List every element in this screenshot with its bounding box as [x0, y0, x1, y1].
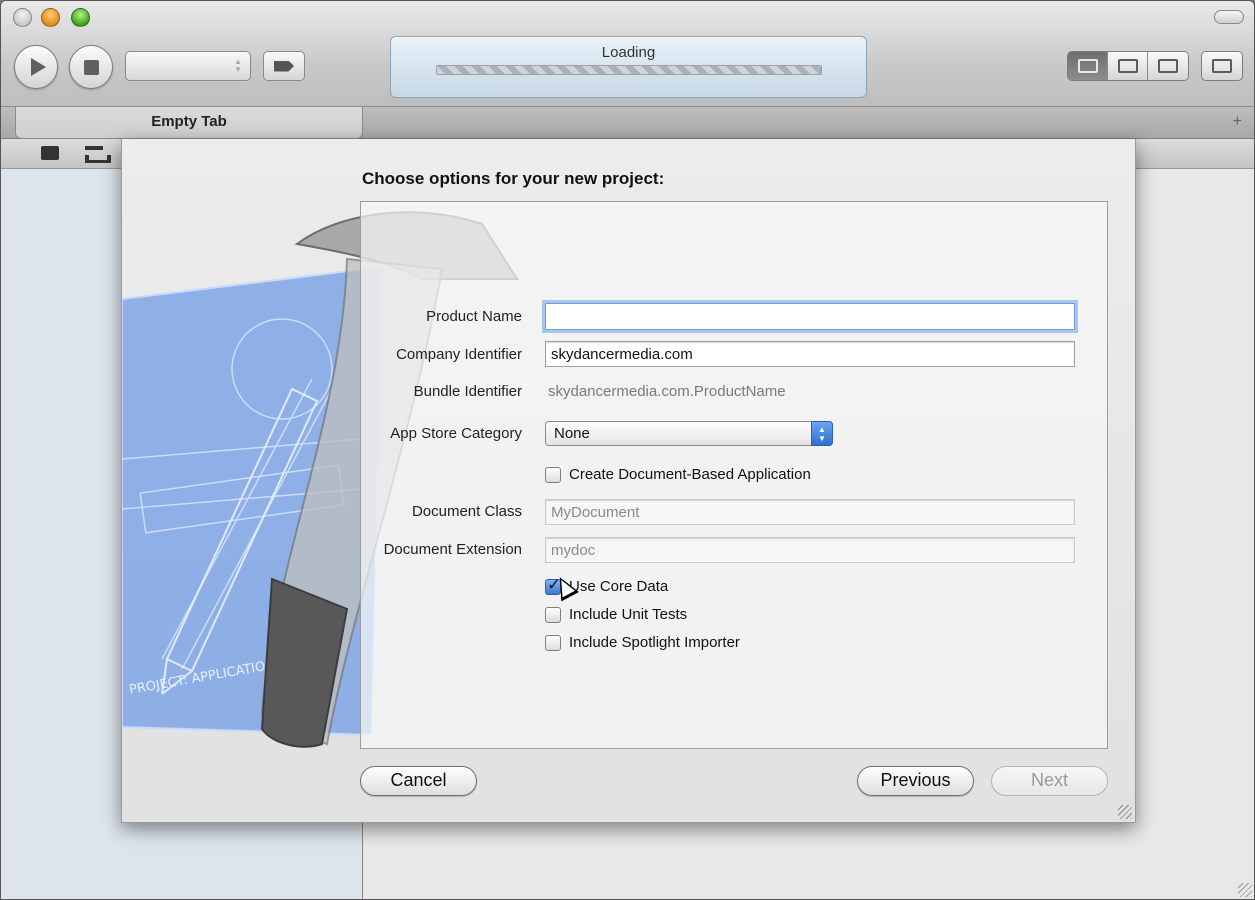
breakpoints-button[interactable] [263, 51, 305, 81]
sheet-title: Choose options for your new project: [362, 169, 665, 188]
app-store-category-select[interactable]: None ▲ ▼ [545, 421, 833, 446]
document-based-checkbox[interactable] [545, 466, 561, 483]
folder-icon[interactable] [41, 146, 59, 160]
next-button[interactable]: Next [991, 766, 1108, 796]
previous-button[interactable]: Previous [857, 766, 974, 796]
app-store-category-value: None [554, 425, 590, 442]
view-toggle-control [1067, 51, 1189, 81]
product-name-label: Product Name [426, 308, 522, 325]
document-extension-field[interactable] [545, 537, 1075, 563]
hierarchy-icon[interactable] [85, 146, 111, 163]
document-extension-label: Document Extension [383, 541, 522, 558]
activity-progress-bar [436, 65, 822, 75]
navigator-toggle-icon [1077, 59, 1098, 73]
document-class-label: Document Class [411, 503, 522, 520]
bundle-identifier-value: skydancermedia.com.ProductName [548, 383, 786, 400]
company-identifier-label: Company Identifier [396, 346, 522, 363]
blueprint-label: PROJECT: APPLICATION.APP [128, 653, 304, 698]
stop-icon [83, 59, 99, 75]
cancel-button[interactable]: Cancel [360, 766, 477, 796]
unit-tests-checkbox[interactable] [545, 606, 561, 623]
app-store-category-label: App Store Category [390, 425, 522, 442]
utilities-toggle-button[interactable] [1148, 52, 1188, 80]
debug-area-toggle-button[interactable] [1108, 52, 1148, 80]
document-based-label: Create Document-Based Application [569, 466, 811, 483]
unit-tests-option[interactable]: Include Unit Tests [545, 606, 687, 623]
new-project-sheet: PROJECT: APPLICATION.APP Choose options … [121, 139, 1136, 823]
zoom-window-button[interactable] [71, 8, 90, 27]
updown-arrows-icon: ▲ ▼ [811, 421, 833, 446]
spotlight-importer-checkbox[interactable] [545, 634, 561, 651]
spotlight-importer-option[interactable]: Include Spotlight Importer [545, 634, 740, 651]
window-toolbar: ▲ ▼ Loading [1, 1, 1254, 899]
tab-bar: Empty Tab + [1, 107, 1254, 139]
company-identifier-field[interactable] [545, 341, 1075, 367]
activity-viewer: Loading [390, 36, 867, 98]
unit-tests-label: Include Unit Tests [569, 606, 688, 623]
play-icon [30, 58, 46, 76]
utilities-toggle-icon [1158, 59, 1178, 73]
toolbar-toggle-button[interactable] [1214, 10, 1244, 24]
use-core-data-label: Use Core Data [569, 578, 669, 595]
organizer-icon [1212, 59, 1232, 73]
stop-button[interactable] [69, 45, 113, 89]
minimize-window-button[interactable] [41, 8, 60, 27]
document-based-option[interactable]: Create Document-Based Application [545, 466, 811, 483]
xcode-window: ▲ ▼ Loading Empty Tab + PROJECT: APPLICA… [0, 0, 1255, 900]
document-class-field[interactable] [545, 499, 1075, 525]
pencil-drawing [161, 387, 319, 695]
tab-empty[interactable]: Empty Tab [15, 107, 363, 139]
organizer-button[interactable] [1201, 51, 1243, 81]
options-panel: Product Name Company Identifier Bundle I… [360, 201, 1108, 749]
scheme-popup[interactable]: ▲ ▼ [125, 51, 251, 81]
product-name-field[interactable] [545, 303, 1075, 330]
bundle-identifier-label: Bundle Identifier [413, 383, 522, 400]
breakpoint-icon [274, 60, 294, 72]
window-resize-grip-icon[interactable] [1238, 883, 1252, 897]
add-tab-button[interactable]: + [1233, 113, 1242, 131]
run-button[interactable] [14, 45, 58, 89]
spotlight-importer-label: Include Spotlight Importer [569, 634, 740, 651]
blueprint-icon: PROJECT: APPLICATION.APP [122, 265, 384, 737]
navigator-toggle-button[interactable] [1068, 52, 1108, 80]
close-window-button[interactable] [13, 8, 32, 27]
activity-status: Loading [601, 44, 656, 61]
debug-area-toggle-icon [1117, 59, 1138, 73]
resize-grip-icon[interactable] [1118, 805, 1132, 819]
updown-arrows-icon: ▲ ▼ [234, 57, 242, 74]
